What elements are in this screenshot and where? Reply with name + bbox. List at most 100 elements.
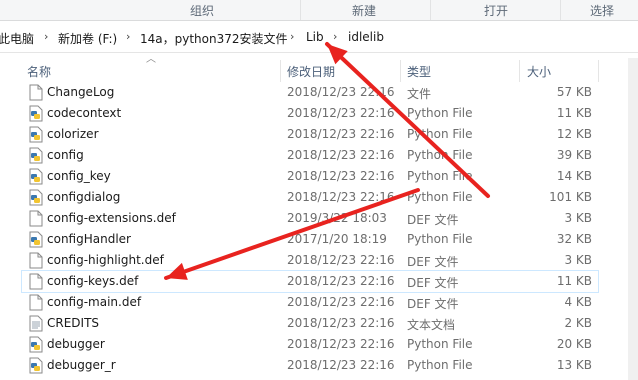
file-type: Python File <box>407 169 473 183</box>
column-header-row: 名称 修改日期 类型 大小 <box>0 58 638 82</box>
ribbon-separator <box>560 0 561 20</box>
ribbon-group-open[interactable]: 打开 <box>484 2 508 19</box>
file-name: colorizer <box>47 127 99 141</box>
column-divider[interactable] <box>519 60 520 82</box>
file-size: 4 KB <box>564 295 592 309</box>
file-type: Python File <box>407 190 473 204</box>
python-file-icon <box>29 168 43 185</box>
file-modified-date: 2018/12/23 22:16 <box>287 253 395 267</box>
breadcrumb-idlelib[interactable]: idlelib <box>348 30 384 44</box>
file-modified-date: 2018/12/23 22:16 <box>287 148 395 162</box>
file-modified-date: 2018/12/23 22:16 <box>287 316 395 330</box>
file-type: Python File <box>407 148 473 162</box>
file-type: Python File <box>407 232 473 246</box>
chevron-right-icon[interactable]: › <box>44 30 48 43</box>
file-name: CREDITS <box>47 316 100 330</box>
python-file-icon <box>29 357 43 374</box>
column-divider[interactable] <box>598 60 599 82</box>
file-size: 13 KB <box>556 358 592 372</box>
ribbon-group-organize[interactable]: 组织 <box>190 2 214 19</box>
python-file-icon <box>29 189 43 206</box>
file-icon <box>29 273 43 290</box>
column-header-name[interactable]: 名称 <box>27 63 51 80</box>
file-type: DEF 文件 <box>407 276 459 290</box>
file-size: 3 KB <box>564 211 592 225</box>
file-name: debugger_r <box>47 358 116 372</box>
file-row[interactable]: debugger 2018/12/23 22:16 Python File 20 KB <box>22 334 598 355</box>
file-name: codecontext <box>47 106 122 120</box>
python-file-icon <box>29 336 43 353</box>
file-name: debugger <box>47 337 105 351</box>
file-icon <box>29 84 43 101</box>
file-type: Python File <box>407 358 473 372</box>
file-type: DEF 文件 <box>407 255 459 269</box>
file-row[interactable]: config-extensions.def 2019/3/22 18:03 DEF … <box>22 208 598 229</box>
file-type: 文件 <box>407 87 432 101</box>
file-size: 11 KB <box>556 274 592 288</box>
file-row[interactable]: config-main.def 2018/12/23 22:16 DEF 文件 4 K… <box>22 292 598 313</box>
file-type: Python File <box>407 106 473 120</box>
file-name: ChangeLog <box>47 85 115 99</box>
python-file-icon <box>29 231 43 248</box>
chevron-right-icon[interactable]: › <box>290 30 294 43</box>
file-modified-date: 2018/12/23 22:16 <box>287 106 395 120</box>
breadcrumb-python-folder[interactable]: 14a，python372安装文件 <box>140 30 288 47</box>
file-size: 3 KB <box>564 253 592 267</box>
breadcrumb-lib[interactable]: Lib <box>306 30 324 44</box>
vertical-scrollbar[interactable] <box>628 58 638 380</box>
file-row[interactable]: config-keys.def 2018/12/23 22:16 DEF 文件 11 … <box>21 270 599 293</box>
file-size: 101 KB <box>549 190 592 204</box>
file-row[interactable]: configdialog 2018/12/23 22:16 Python File 1… <box>22 187 598 208</box>
chevron-right-icon[interactable]: › <box>333 30 337 43</box>
file-row[interactable]: debugger_r 2018/12/23 22:16 Python File 13 … <box>22 355 598 376</box>
file-name: config <box>47 148 84 162</box>
file-row[interactable]: configHandler 2017/1/20 18:19 Python File 3… <box>22 229 598 250</box>
column-header-size[interactable]: 大小 <box>527 63 551 80</box>
file-row[interactable]: ChangeLog 2018/12/23 22:16 文件 57 KB <box>22 82 598 103</box>
file-modified-date: 2018/12/23 22:16 <box>287 169 395 183</box>
breadcrumb-drive-f[interactable]: 新加卷 (F:) <box>58 30 117 47</box>
ribbon-group-select[interactable]: 选择 <box>590 2 614 19</box>
file-size: 2 KB <box>564 316 592 330</box>
breadcrumb-this-pc[interactable]: 此电脑 <box>0 30 34 47</box>
file-name: configHandler <box>47 232 131 246</box>
ribbon-separator <box>430 0 431 20</box>
file-size: 11 KB <box>556 106 592 120</box>
file-type: 文本文档 <box>407 318 456 332</box>
ribbon-group-labels: 组织 新建 打开 选择 <box>0 0 638 21</box>
file-icon <box>29 294 43 311</box>
file-modified-date: 2018/12/23 22:16 <box>287 85 395 99</box>
file-row[interactable]: colorizer 2018/12/23 22:16 Python File 12 K… <box>22 124 598 145</box>
ribbon-separator <box>300 0 301 20</box>
file-type: DEF 文件 <box>407 213 459 227</box>
file-modified-date: 2018/12/23 22:16 <box>287 127 395 141</box>
file-name: config-keys.def <box>47 274 139 288</box>
file-size: 20 KB <box>556 337 592 351</box>
file-size: 14 KB <box>556 169 592 183</box>
file-modified-date: 2017/1/20 18:19 <box>287 232 387 246</box>
file-size: 57 KB <box>556 85 592 99</box>
file-modified-date: 2018/12/23 22:16 <box>287 337 395 351</box>
file-row[interactable]: config 2018/12/23 22:16 Python File 39 KB <box>22 145 598 166</box>
file-icon <box>29 210 43 227</box>
file-row[interactable]: CREDITS 2018/12/23 22:16 文本文档 2 KB <box>22 313 598 334</box>
file-row[interactable]: codecontext 2018/12/23 22:16 Python File 11… <box>22 103 598 124</box>
file-modified-date: 2019/3/22 18:03 <box>287 211 387 225</box>
file-modified-date: 2018/12/23 22:16 <box>287 274 395 288</box>
column-divider[interactable] <box>400 60 401 82</box>
breadcrumb[interactable]: 此电脑 › 新加卷 (F:) › 14a，python372安装文件 › Lib… <box>0 24 638 53</box>
file-row[interactable]: config_key 2018/12/23 22:16 Python File 14 … <box>22 166 598 187</box>
file-name: configdialog <box>47 190 121 204</box>
column-divider[interactable] <box>280 60 281 82</box>
file-type: DEF 文件 <box>407 297 459 311</box>
file-name: config-extensions.def <box>47 211 176 225</box>
ribbon-group-new[interactable]: 新建 <box>352 2 376 19</box>
column-header-date[interactable]: 修改日期 <box>287 63 335 80</box>
file-name: config_key <box>47 169 111 183</box>
file-row[interactable]: config-highlight.def 2018/12/23 22:16 DEF … <box>22 250 598 271</box>
file-type: Python File <box>407 127 473 141</box>
chevron-right-icon[interactable]: › <box>126 30 130 43</box>
text-file-icon <box>29 315 43 332</box>
column-header-type[interactable]: 类型 <box>407 63 431 80</box>
file-name: config-main.def <box>47 295 142 309</box>
